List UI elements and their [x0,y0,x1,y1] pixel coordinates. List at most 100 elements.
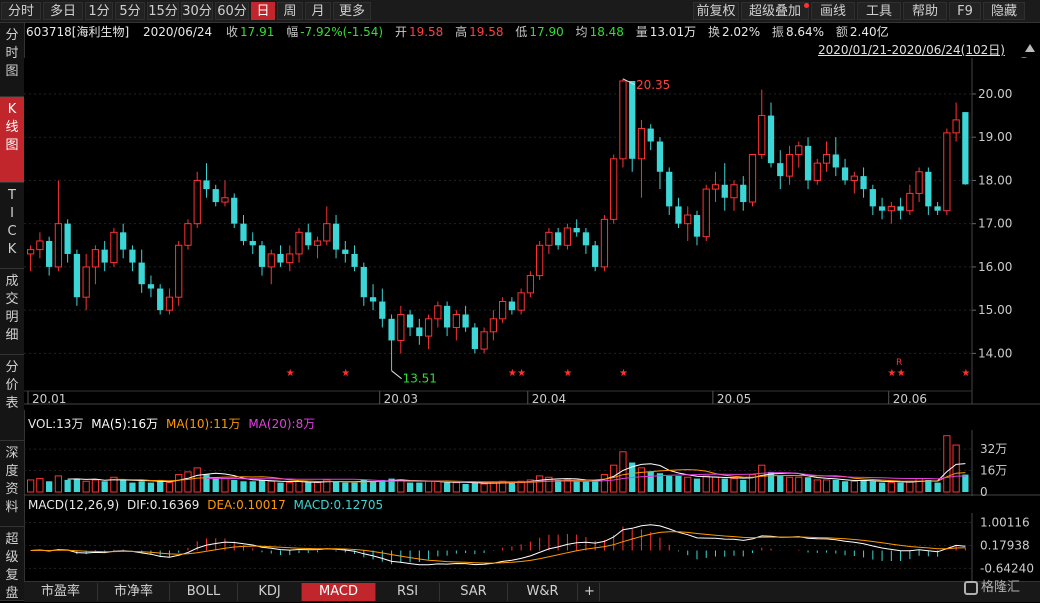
candle[interactable] [175,240,183,306]
event-star-marker[interactable]: ★ [563,368,572,379]
volume-bar[interactable] [925,479,932,492]
candle[interactable] [619,78,627,168]
event-star-marker[interactable]: ★ [897,368,906,379]
candle[interactable] [471,323,478,354]
volume-bar[interactable] [165,482,174,493]
toolbar-right-2[interactable]: 画线 [811,2,855,20]
volume-bar[interactable] [869,481,876,492]
volume-bar[interactable] [295,480,303,493]
volume-bar[interactable] [813,479,821,493]
sidebar-item-6[interactable]: 超级复盘 [0,527,24,601]
volume-chart[interactable]: 32万 16万 0 [24,430,1040,496]
indicator-tab-7[interactable]: W&R [508,583,578,601]
candle[interactable] [536,240,544,280]
volume-bar[interactable] [684,476,692,493]
volume-bar[interactable] [397,479,405,493]
volume-bar[interactable] [777,475,784,492]
collapse-up-icon[interactable] [1025,44,1035,52]
candle[interactable] [962,112,969,185]
volume-bar[interactable] [600,474,609,493]
toolbar-right-6[interactable]: 隐藏 [983,2,1025,20]
volume-bar[interactable] [637,467,646,493]
candle[interactable] [110,228,118,267]
volume-bar[interactable] [592,479,599,492]
volume-bar[interactable] [46,481,53,492]
toolbar-right-5[interactable]: F9 [949,2,981,20]
sidebar-item-5[interactable]: 深度资料 [0,441,24,527]
volume-bar[interactable] [536,475,544,493]
volume-bar[interactable] [647,471,654,492]
volume-bar[interactable] [36,478,44,493]
volume-bar[interactable] [138,481,145,492]
volume-bar[interactable] [462,483,469,492]
volume-bar[interactable] [221,478,229,493]
volume-bar[interactable] [702,475,710,493]
candle[interactable] [629,80,636,172]
volume-bar[interactable] [693,478,701,492]
volume-bar[interactable] [471,482,478,492]
volume-bar[interactable] [434,480,442,493]
volume-bar[interactable] [795,476,803,493]
volume-bar[interactable] [231,479,238,492]
volume-bar[interactable] [184,471,192,493]
volume-bar[interactable] [841,481,849,492]
volume-bar[interactable] [740,479,747,492]
candle[interactable] [813,158,821,185]
candlestick-chart[interactable]: 20.00 19.00 18.00 17.00 16.00 15.00 14.00 20.01… [24,58,1040,410]
volume-bar[interactable] [480,483,488,493]
indicator-tab-0[interactable]: 市盈率 [24,583,98,601]
period-tab-7[interactable]: 日 [251,2,275,20]
volume-bar[interactable] [721,478,728,492]
candle[interactable] [231,193,238,228]
candle[interactable] [943,128,951,216]
volume-bar[interactable] [332,481,340,492]
volume-bar[interactable] [369,481,377,492]
volume-bar[interactable] [582,481,590,492]
period-tab-6[interactable]: 60分 [215,2,249,20]
volume-bar[interactable] [286,482,294,493]
volume-bar[interactable] [267,480,275,493]
event-star-marker[interactable]: ★ [341,368,350,379]
event-star-marker[interactable]: ★ [508,368,517,379]
volume-bar[interactable] [555,479,562,492]
volume-bar[interactable] [91,479,100,493]
candle[interactable] [748,153,757,207]
volume-bar[interactable] [249,481,256,492]
volume-bar[interactable] [203,474,210,492]
volume-bar[interactable] [610,464,618,493]
indicator-tab-6[interactable]: SAR [440,583,508,601]
volume-bar[interactable] [952,444,960,493]
volume-bar[interactable] [730,478,738,493]
volume-bar[interactable] [351,482,358,492]
volume-bar[interactable] [897,482,904,492]
indicator-tab-3[interactable]: KDJ [238,583,302,601]
indicator-tab-1[interactable]: 市净率 [98,583,170,601]
indicator-tab-8[interactable]: + [580,583,600,601]
volume-bar[interactable] [452,482,460,493]
period-tab-3[interactable]: 5分 [115,2,145,20]
volume-bar[interactable] [147,482,155,492]
period-tab-1[interactable]: 多日 [43,2,83,20]
volume-bar[interactable] [878,482,886,492]
volume-bar[interactable] [406,482,414,492]
candle[interactable] [193,171,201,228]
period-tab-5[interactable]: 30分 [181,2,213,20]
volume-bar[interactable] [342,482,349,492]
period-tab-0[interactable]: 分时 [1,2,41,20]
volume-bar[interactable] [175,474,183,493]
volume-bar[interactable] [82,480,90,493]
candle[interactable] [610,154,618,224]
volume-bar[interactable] [489,482,497,493]
candle[interactable] [499,297,507,324]
toolbar-right-1[interactable]: 超级叠加 [741,2,809,20]
volume-bar[interactable] [906,480,914,493]
volume-bar[interactable] [443,482,451,492]
sidebar-item-3[interactable]: 成交明细 [0,269,24,355]
volume-bar[interactable] [240,481,247,492]
volume-bar[interactable] [313,482,322,493]
candle[interactable] [563,223,572,250]
volume-bar[interactable] [258,479,266,492]
candle[interactable] [157,284,164,315]
volume-bar[interactable] [850,480,858,493]
volume-bar[interactable] [860,479,867,492]
